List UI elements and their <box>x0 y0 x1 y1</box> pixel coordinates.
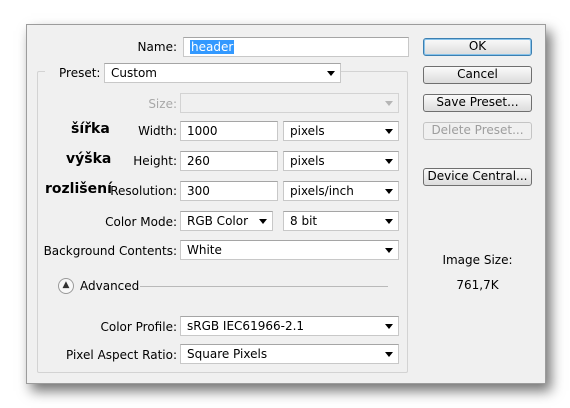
save-preset-button[interactable]: Save Preset... <box>423 94 532 112</box>
name-value: header <box>190 40 235 54</box>
width-value: 1000 <box>187 124 218 138</box>
new-document-dialog: Name: header Preset: Custom Size: šířka … <box>26 24 546 384</box>
resolution-unit-value: pixels/inch <box>290 184 354 198</box>
chevron-down-icon <box>385 159 393 164</box>
chevron-down-icon <box>385 101 393 106</box>
advanced-divider <box>140 286 388 287</box>
width-label: Width: <box>138 124 177 138</box>
pixel-aspect-label: Pixel Aspect Ratio: <box>66 348 177 362</box>
background-contents-label: Background Contents: <box>43 244 177 258</box>
device-central-button[interactable]: Device Central... <box>423 168 532 186</box>
preset-label: Preset: <box>45 65 105 81</box>
color-profile-select[interactable]: sRGB IEC61966-2.1 <box>180 316 399 336</box>
resolution-label: Resolution: <box>110 184 177 198</box>
background-contents-select[interactable]: White <box>180 240 399 260</box>
background-contents-value: White <box>187 243 222 257</box>
color-mode-label: Color Mode: <box>105 215 177 229</box>
chevron-down-icon <box>259 219 267 224</box>
color-mode-select[interactable]: RGB Color <box>180 211 273 231</box>
image-size-label: Image Size: <box>442 253 513 267</box>
chevron-down-icon <box>385 129 393 134</box>
bit-depth-select[interactable]: 8 bit <box>283 211 399 231</box>
width-unit-select[interactable]: pixels <box>283 121 399 141</box>
chevron-down-icon <box>385 248 393 253</box>
color-mode-value: RGB Color <box>187 214 249 228</box>
name-input[interactable]: header <box>183 37 409 57</box>
image-size-value: 761,7K <box>456 278 499 292</box>
width-input[interactable]: 1000 <box>180 121 278 141</box>
chevron-down-icon <box>385 352 393 357</box>
preset-select[interactable]: Custom <box>104 63 341 83</box>
resolution-annotation: rozlišení <box>45 181 112 197</box>
height-unit-value: pixels <box>290 154 325 168</box>
resolution-unit-select[interactable]: pixels/inch <box>283 181 399 201</box>
chevron-down-icon <box>327 71 335 76</box>
preset-value: Custom <box>111 66 157 80</box>
size-label: Size: <box>148 97 177 111</box>
pixel-aspect-select[interactable]: Square Pixels <box>180 344 399 364</box>
height-input[interactable]: 260 <box>180 151 278 171</box>
height-value: 260 <box>187 154 210 168</box>
width-unit-value: pixels <box>290 124 325 138</box>
color-profile-value: sRGB IEC61966-2.1 <box>187 319 305 333</box>
resolution-input[interactable]: 300 <box>180 181 278 201</box>
height-label: Height: <box>133 154 177 168</box>
resolution-value: 300 <box>187 184 210 198</box>
advanced-label[interactable]: Advanced <box>80 278 139 294</box>
height-annotation: výška <box>66 151 112 167</box>
chevron-down-icon <box>385 189 393 194</box>
chevron-down-icon <box>385 324 393 329</box>
name-label: Name: <box>137 40 177 54</box>
color-profile-label: Color Profile: <box>100 320 178 334</box>
height-unit-select[interactable]: pixels <box>283 151 399 171</box>
pixel-aspect-value: Square Pixels <box>187 347 268 361</box>
cancel-button[interactable]: Cancel <box>423 66 532 84</box>
chevron-down-icon <box>385 219 393 224</box>
bit-depth-value: 8 bit <box>290 214 318 228</box>
chevron-up-icon[interactable]: ▲ <box>58 278 74 294</box>
size-select[interactable] <box>180 93 399 113</box>
ok-button[interactable]: OK <box>423 38 532 56</box>
width-annotation: šířka <box>71 121 110 137</box>
delete-preset-button[interactable]: Delete Preset... <box>423 122 532 140</box>
